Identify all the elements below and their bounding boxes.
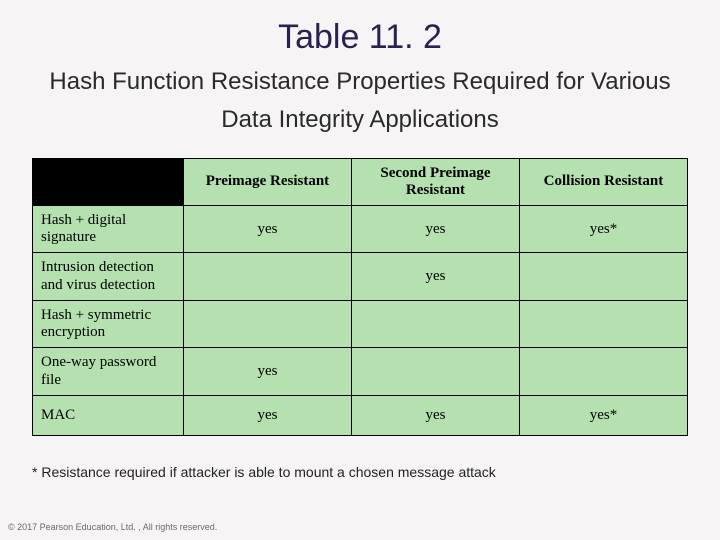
cell: yes [351, 395, 519, 435]
caption-line1: Hash Function Resistance Properties Requ… [49, 68, 670, 95]
row-label: MAC [33, 395, 184, 435]
table-row: Hash + digital signature yes yes yes* [33, 205, 688, 253]
table-row: Hash + symmetric encryption [33, 300, 688, 348]
table-container: Preimage Resistant Second Preimage Resis… [32, 158, 688, 436]
table-row: One-way password file yes [33, 348, 688, 396]
table-row: MAC yes yes yes* [33, 395, 688, 435]
col-second-preimage: Second Preimage Resistant [351, 158, 519, 205]
row-label: Intrusion detection and virus detection [33, 253, 184, 301]
col-collision: Collision Resistant [519, 158, 687, 205]
table-row: Intrusion detection and virus detection … [33, 253, 688, 301]
cell [183, 253, 351, 301]
row-label: One-way password file [33, 348, 184, 396]
cell: yes [183, 395, 351, 435]
cell: yes [183, 348, 351, 396]
table-caption: Hash Function Resistance Properties Requ… [0, 57, 720, 140]
col-preimage: Preimage Resistant [183, 158, 351, 205]
caption-line2: Data Integrity Applications [221, 106, 499, 133]
cell [183, 300, 351, 348]
cell: yes [183, 205, 351, 253]
header-row: Preimage Resistant Second Preimage Resis… [33, 158, 688, 205]
table-number: Table 11. 2 [0, 0, 720, 57]
cell [351, 300, 519, 348]
resistance-table: Preimage Resistant Second Preimage Resis… [32, 158, 688, 436]
cell [519, 300, 687, 348]
cell: yes* [519, 205, 687, 253]
cell: yes* [519, 395, 687, 435]
cell [351, 348, 519, 396]
cell: yes [351, 205, 519, 253]
header-blank [33, 158, 184, 205]
row-label: Hash + digital signature [33, 205, 184, 253]
cell: yes [351, 253, 519, 301]
cell [519, 253, 687, 301]
cell [519, 348, 687, 396]
footnote: * Resistance required if attacker is abl… [32, 464, 720, 480]
row-label: Hash + symmetric encryption [33, 300, 184, 348]
copyright: © 2017 Pearson Education, Ltd. , All rig… [8, 522, 217, 532]
